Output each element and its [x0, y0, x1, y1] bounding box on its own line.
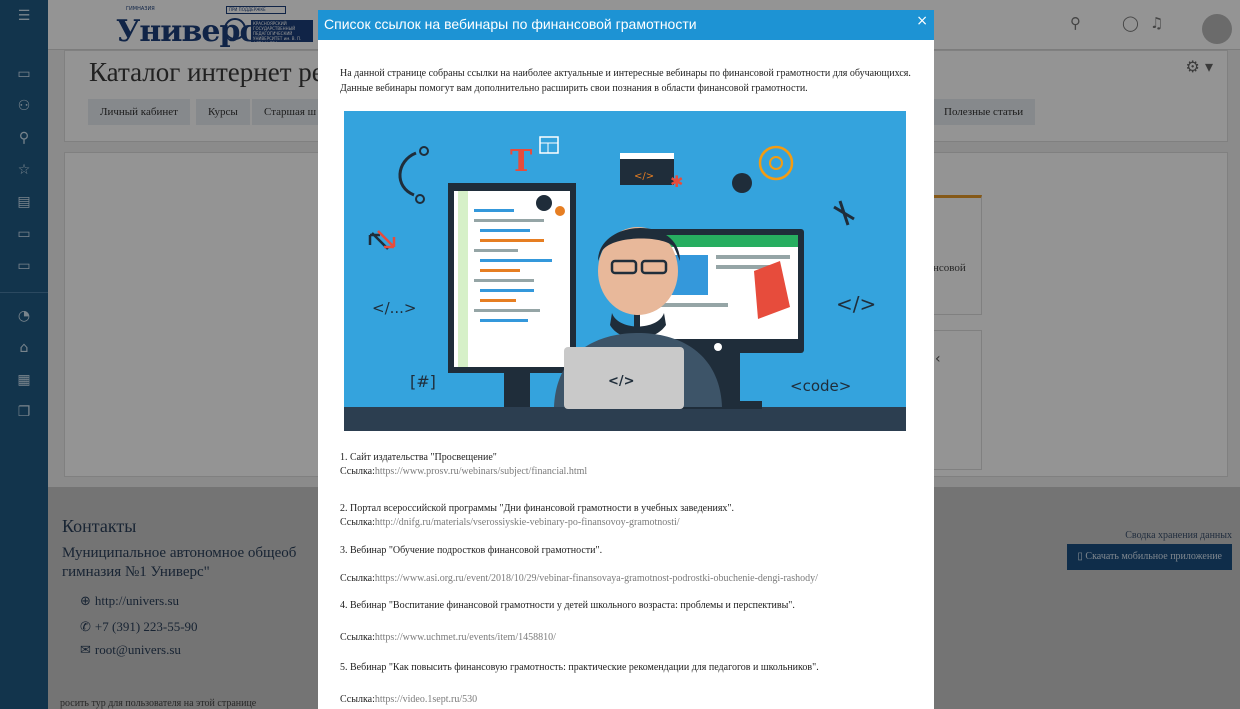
- webinar-item-title: 5. Вебинар "Как повысить финансовую грам…: [340, 662, 819, 673]
- illu-code-tag-2: </>: [836, 292, 876, 316]
- link-prefix: Ссылка:: [340, 694, 375, 705]
- webinar-item-3: 3. Вебинар "Обучение подростков финансов…: [340, 544, 920, 586]
- webinar-links-modal: Список ссылок на вебинары по финансовой …: [318, 10, 934, 709]
- modal-title: Список ссылок на вебинары по финансовой …: [324, 16, 697, 32]
- close-icon[interactable]: ×: [916, 13, 928, 29]
- modal-intro-text: На данной странице собраны ссылки на наи…: [340, 68, 911, 94]
- webinar-item-5: 5. Вебинар "Как повысить финансовую грам…: [340, 661, 920, 707]
- link-prefix: Ссылка:: [340, 632, 375, 643]
- illu-t-letter: T: [510, 144, 533, 179]
- illu-hash: [#]: [410, 372, 436, 391]
- webinar-item-link[interactable]: Ссылка:https://www.asi.org.ru/event/2018…: [340, 572, 920, 586]
- webinar-item-link[interactable]: Ссылка:https://www.prosv.ru/webinars/sub…: [340, 465, 920, 479]
- webinar-item-link[interactable]: Ссылка:http://dnifg.ru/materials/vseross…: [340, 516, 920, 530]
- webinar-url[interactable]: http://dnifg.ru/materials/vserossiyskie-…: [375, 517, 680, 528]
- webinar-item-link[interactable]: Ссылка:https://video.1sept.ru/530: [340, 693, 920, 707]
- webinar-item-2: 2. Портал всероссийской программы "Дни ф…: [340, 502, 920, 530]
- webinar-item-title: 2. Портал всероссийской программы "Дни ф…: [340, 503, 735, 514]
- webinar-item-title: 3. Вебинар "Обучение подростков финансов…: [340, 545, 603, 556]
- illu-window-code: </>: [634, 171, 654, 182]
- modal-header: Список ссылок на вебинары по финансовой …: [318, 10, 934, 40]
- webinar-url[interactable]: https://www.prosv.ru/webinars/subject/fi…: [375, 466, 587, 477]
- webinar-url[interactable]: https://www.asi.org.ru/event/2018/10/29/…: [375, 573, 818, 584]
- illu-code-tag-3: <code>: [790, 377, 851, 395]
- webinar-item-title: 1. Сайт издательства "Просвещение": [340, 452, 497, 463]
- link-prefix: Ссылка:: [340, 517, 375, 528]
- webinar-url[interactable]: https://www.uchmet.ru/events/item/145881…: [375, 632, 556, 643]
- webinar-url[interactable]: https://video.1sept.ru/530: [375, 694, 477, 705]
- webinar-item-4: 4. Вебинар "Воспитание финансовой грамот…: [340, 599, 920, 645]
- link-prefix: Ссылка:: [340, 573, 375, 584]
- webinar-item-link[interactable]: Ссылка:https://www.uchmet.ru/events/item…: [340, 631, 920, 645]
- webinar-item-title: 4. Вебинар "Воспитание финансовой грамот…: [340, 600, 795, 611]
- illu-laptop-code: </>: [608, 374, 635, 389]
- svg-text:✱: ✱: [670, 172, 683, 191]
- webinar-item-1: 1. Сайт издательства "Просвещение" Ссылк…: [340, 451, 920, 479]
- illu-code-tag-1: </...>: [372, 299, 417, 317]
- programmer-illustration: T </> ✱ </...> </> [#] <code> </>: [344, 111, 906, 431]
- link-prefix: Ссылка:: [340, 466, 375, 477]
